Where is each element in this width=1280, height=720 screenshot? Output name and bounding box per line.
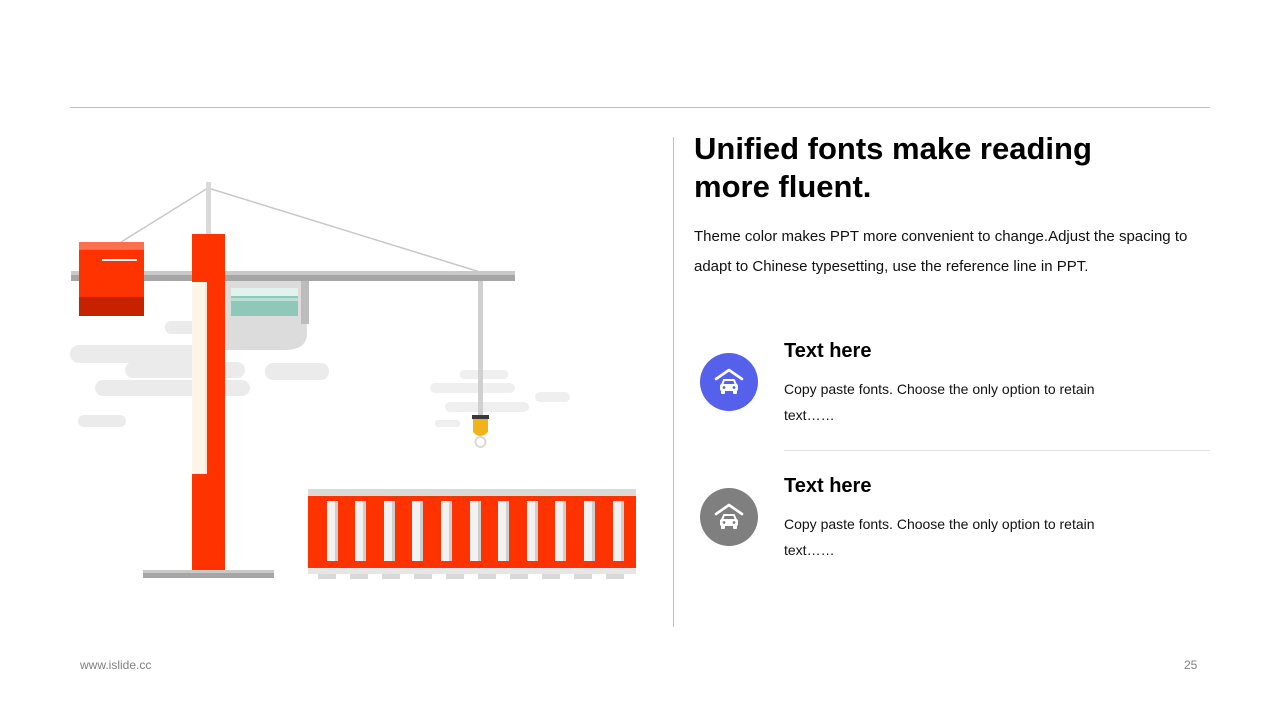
- vertical-divider: [673, 137, 674, 627]
- item-2-title: Text here: [784, 475, 872, 497]
- item-separator: [784, 450, 1210, 451]
- item-2-body: Copy paste fonts. Choose the only option…: [784, 516, 1095, 558]
- crane-port-svg: [70, 182, 636, 579]
- item-1-body: Copy paste fonts. Choose the only option…: [784, 381, 1095, 423]
- crane-illustration: [60, 170, 660, 600]
- item-1-title: Text here: [784, 340, 872, 362]
- container-feet: [318, 574, 624, 579]
- page-number: 25: [1184, 658, 1198, 672]
- car-garage-icon: [714, 503, 744, 529]
- footer-url[interactable]: www.islide.cc: [80, 658, 151, 672]
- car-garage-icon: [714, 368, 744, 394]
- clouds-right: [430, 370, 570, 427]
- slide-intro-text: Theme color makes PPT more convenient to…: [694, 228, 1188, 275]
- top-rule: [70, 107, 1210, 108]
- slide-headline: Unified fonts make reading more fluent.: [694, 131, 1092, 204]
- item-2-icon-circle: [700, 488, 758, 546]
- item-1-icon-circle: [700, 353, 758, 411]
